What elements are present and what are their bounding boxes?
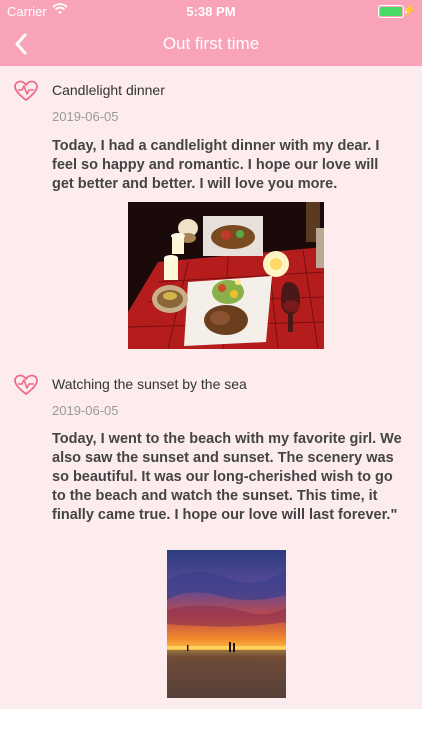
entry-title: Watching the sunset by the sea (52, 376, 247, 392)
bottom-area (0, 709, 422, 750)
app-header: Carrier 5:38 PM ⚡ Out first time (0, 0, 422, 66)
charging-icon: ⚡ (402, 3, 417, 17)
entry-date: 2019-06-05 (52, 109, 119, 124)
status-bar: Carrier 5:38 PM ⚡ (0, 0, 422, 22)
heart-pulse-icon (14, 80, 38, 102)
list-item[interactable]: Candlelight dinner 2019-06-05 Today, I h… (0, 66, 422, 358)
sunset-photo (167, 550, 286, 698)
heart-pulse-icon (14, 374, 38, 396)
entry-text: Today, I went to the beach with my favor… (52, 431, 402, 523)
entry-text: Today, I had a candlelight dinner with m… (52, 138, 380, 192)
entries-list[interactable]: Candlelight dinner 2019-06-05 Today, I h… (0, 66, 422, 709)
entry-date: 2019-06-05 (52, 403, 119, 418)
clock-label: 5:38 PM (186, 4, 236, 19)
navigation-bar: Out first time (0, 22, 422, 66)
battery-icon (378, 5, 404, 18)
entry-title: Candlelight dinner (52, 82, 165, 98)
list-item[interactable]: Watching the sunset by the sea 2019-06-0… (0, 360, 422, 709)
page-title: Out first time (162, 34, 260, 53)
dinner-photo (128, 202, 324, 349)
